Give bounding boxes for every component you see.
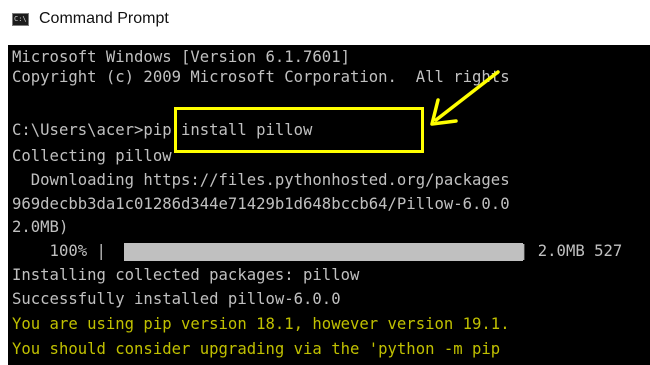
command-prompt-icon: C:\ xyxy=(12,13,29,26)
console-line: Microsoft Windows [Version 6.1.7601] xyxy=(12,48,350,66)
command-prompt-window: C:\ Command Prompt Microsoft Windows [Ve… xyxy=(0,0,650,365)
title-bar[interactable]: C:\ Command Prompt xyxy=(0,0,650,40)
progress-size: | 2.0MB 527 xyxy=(519,242,623,260)
progress-percent: 100% | xyxy=(12,242,106,260)
warning-line: You should consider upgrading via the 'p… xyxy=(12,340,501,358)
console-line: Successfully installed pillow-6.0.0 xyxy=(12,290,341,308)
console-output[interactable]: Microsoft Windows [Version 6.1.7601] Cop… xyxy=(8,45,650,365)
console-line: Copyright (c) 2009 Microsoft Corporation… xyxy=(12,68,510,86)
console-line: Downloading https://files.pythonhosted.o… xyxy=(12,171,510,189)
console-line: Installing collected packages: pillow xyxy=(12,266,360,284)
command-line: C:\Users\acer>pip install pillow xyxy=(12,121,313,139)
window-title: Command Prompt xyxy=(39,10,169,27)
progress-bar xyxy=(124,243,523,261)
console-line: Collecting pillow xyxy=(12,147,172,165)
console-line: 969decbb3da1c01286d344e71429b1d648bccb64… xyxy=(12,195,510,213)
console-line: 2.0MB) xyxy=(12,218,69,236)
warning-line: You are using pip version 18.1, however … xyxy=(12,315,510,333)
download-progress-row: 100% | | 2.0MB 527 xyxy=(8,241,650,261)
